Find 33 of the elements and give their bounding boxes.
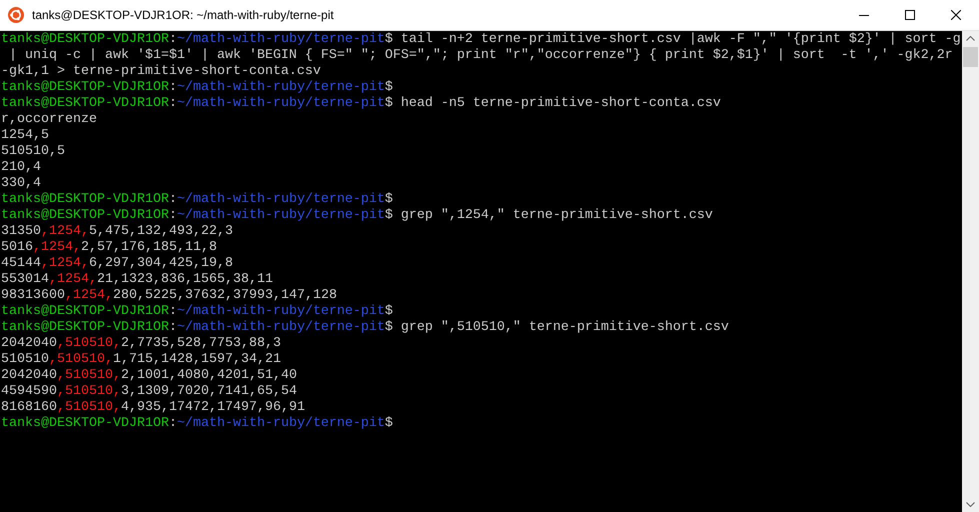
output-line: 98313600,1254,280,5225,37632,37993,147,128 bbox=[1, 288, 338, 304]
output-line: 330,4 bbox=[1, 176, 42, 192]
scroll-up-icon[interactable] bbox=[966, 36, 975, 41]
output-line: -gk1,1 > terne-primitive-short-conta.csv bbox=[1, 64, 322, 80]
prompt-line: tanks@DESKTOP-VDJR1OR:~/math-with-ruby/terne-pit$ grep ",510510," terne-primitive-short.csv bbox=[1, 320, 730, 336]
output-line: 510510,510510,1,715,1428,1597,34,21 bbox=[1, 352, 282, 368]
scroll-down-icon[interactable] bbox=[966, 502, 975, 507]
app-icon bbox=[8, 7, 24, 23]
output-line: 210,4 bbox=[1, 160, 42, 176]
prompt-line: tanks@DESKTOP-VDJR1OR:~/math-with-ruby/terne-pit$ bbox=[1, 192, 394, 208]
output-line: | uniq -c | awk '$1=$1' | awk 'BEGIN { FS=" "; OFS=","; print "r","occorrenze"} { print $2,$1}' | sort -t ',' -gk2,2r bbox=[8, 48, 954, 64]
output-line: 2042040,510510,2,7735,528,7753,88,3 bbox=[1, 336, 282, 352]
output-line: 5016,1254,2,57,176,185,11,8 bbox=[1, 240, 218, 256]
output-line: 8168160,510510,4,935,17472,17497,96,91 bbox=[1, 400, 306, 416]
window-title: tanks@DESKTOP-VDJR1OR: ~/math-with-ruby/terne-pit bbox=[32, 7, 334, 24]
output-line: r,occorrenze bbox=[1, 112, 98, 128]
prompt-line: tanks@DESKTOP-VDJR1OR:~/math-with-ruby/terne-pit$ bbox=[1, 304, 394, 320]
output-line: 45144,1254,6,297,304,425,19,8 bbox=[1, 256, 234, 272]
output-line: 510510,5 bbox=[1, 144, 66, 160]
output-line: 1254,5 bbox=[1, 128, 50, 144]
prompt-line: tanks@DESKTOP-VDJR1OR:~/math-with-ruby/terne-pit$ head -n5 terne-primitive-short-conta.csv bbox=[1, 96, 722, 112]
maximize-icon bbox=[905, 10, 915, 20]
output-line: 553014,1254,21,1323,836,1565,38,11 bbox=[1, 272, 274, 288]
scrollbar[interactable] bbox=[962, 31, 979, 512]
prompt-line: tanks@DESKTOP-VDJR1OR:~/math-with-ruby/terne-pit$ tail -n+2 terne-primitive-short.csv |awk -F "," '{print $2}' | sort -g bbox=[1, 32, 962, 48]
prompt-line: tanks@DESKTOP-VDJR1OR:~/math-with-ruby/terne-pit$ bbox=[1, 80, 394, 96]
prompt-line: tanks@DESKTOP-VDJR1OR:~/math-with-ruby/terne-pit$ bbox=[1, 416, 394, 432]
close-icon bbox=[951, 10, 961, 20]
prompt-line: tanks@DESKTOP-VDJR1OR:~/math-with-ruby/terne-pit$ grep ",1254," terne-primitive-short.csv bbox=[1, 208, 714, 224]
output-line: 2042040,510510,2,1001,4080,4201,51,40 bbox=[1, 368, 298, 384]
output-line: 4594590,510510,3,1309,7020,7141,65,54 bbox=[1, 384, 298, 400]
scroll-thumb[interactable] bbox=[963, 47, 978, 67]
output-line: 31350,1254,5,475,132,493,22,3 bbox=[1, 224, 234, 240]
